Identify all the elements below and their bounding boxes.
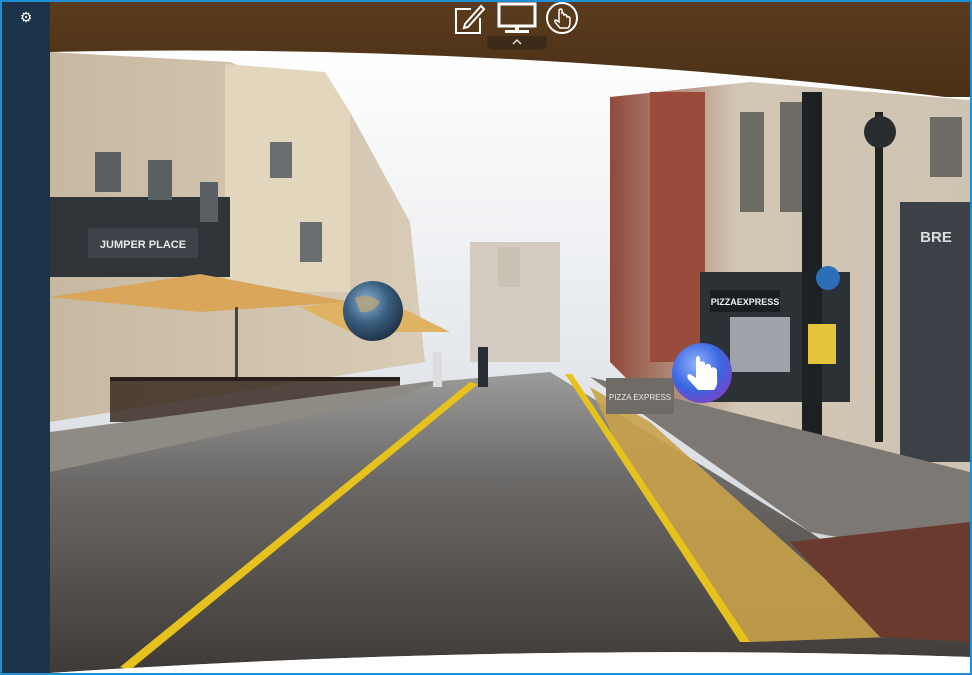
notice-sign [808,324,836,364]
monitor-icon[interactable] [497,2,541,36]
lamp-post-right [875,112,883,442]
window [148,160,172,200]
window [270,142,292,178]
parasol-pole [235,307,238,377]
pedestrian [433,352,442,387]
window [780,102,804,212]
jumper-place-text: JUMPER PLACE [100,239,186,251]
window [740,112,764,212]
touch-icon[interactable] [545,2,581,36]
blue-round-sign [816,266,840,290]
far-tower [498,247,520,287]
window [930,117,962,177]
pizza-express-text: PIZZAEXPRESS [711,297,780,307]
pedestrian [478,347,488,387]
street-panorama[interactable]: JUMPER PLACE PIZZAEXPRESS BRE PIZZA EXPR… [50,2,970,673]
pizza-board-text: PIZZA EXPRESS [609,393,671,402]
window [300,222,322,262]
cafe-fence-rail [110,377,400,381]
top-toolbar [453,2,583,50]
shop-window [730,317,790,372]
lamp-head [864,116,896,148]
window [200,182,218,222]
red-brick-building [650,92,705,362]
viewer-stage[interactable]: JUMPER PLACE PIZZAEXPRESS BRE PIZZA EXPR… [50,2,970,673]
app-frame: ⚙ JUMPER PLACE PIZZAEXPRESS BRE PIZZA EX… [0,0,972,675]
sidebar: ⚙ [2,2,50,673]
gear-icon[interactable]: ⚙ [19,11,33,25]
chevron-up-icon[interactable] [512,38,522,46]
globe-hotspot[interactable] [341,283,405,339]
window [95,152,121,192]
bre-sign-text: BRE [920,229,952,246]
edit-icon[interactable] [453,2,487,36]
hand-hotspot[interactable] [670,343,734,403]
